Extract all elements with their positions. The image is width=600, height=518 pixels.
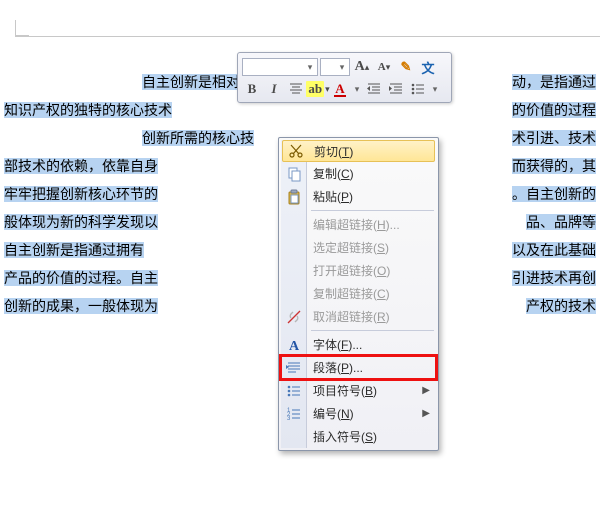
phonetic-guide-button[interactable]: 文 [418, 57, 438, 77]
decrease-indent-icon [367, 83, 381, 95]
font-color-button[interactable]: A [330, 79, 350, 99]
menu-item-label: 打开超链接(O) [313, 262, 390, 279]
context-menu: 剪切(T) 复制(C) 粘贴(P) 编辑超链接(H)... 选定超链接(S) 打开超链接(… [278, 137, 439, 451]
bullets-button[interactable] [408, 79, 428, 99]
menu-item-edit-hyper: 编辑超链接(H)... [281, 213, 436, 236]
menu-item-remove-hyper: 取消超链接(R) [281, 305, 436, 328]
fontA-icon: A [285, 336, 303, 354]
menu-item-label: 编辑超链接(H)... [313, 216, 400, 233]
menu-item-font[interactable]: A 字体(F)... [281, 333, 436, 356]
menu-item-cut[interactable]: 剪切(T) [282, 140, 435, 162]
menu-item-label: 编号(N) [313, 405, 354, 422]
menu-item-label: 字体(F)... [313, 336, 362, 353]
para-icon [285, 359, 303, 377]
align-center-icon [289, 83, 303, 95]
font-size-combo[interactable]: ▾ [320, 58, 350, 76]
page-top-edge [15, 36, 600, 37]
menu-item-select-hyper: 选定超链接(S) [281, 236, 436, 259]
menu-item-label: 粘贴(P) [313, 188, 353, 205]
highlight-button[interactable]: ab▾ [308, 79, 328, 99]
scissors-icon [287, 142, 305, 160]
menu-item-label: 剪切(T) [314, 143, 353, 160]
menu-item-copy-hyper: 复制超链接(C) [281, 282, 436, 305]
bullets-icon [411, 83, 425, 95]
increase-indent-button[interactable] [386, 79, 406, 99]
font-color-bar [334, 95, 346, 97]
menu-separator [311, 330, 434, 331]
chevron-down-icon: ▾ [305, 62, 315, 73]
menu-item-open-hyper: 打开超链接(O) [281, 259, 436, 282]
align-center-button[interactable] [286, 79, 306, 99]
menu-item-label: 插入符号(S) [313, 428, 377, 445]
menu-item-copy[interactable]: 复制(C) [281, 162, 436, 185]
bold-button[interactable]: B [242, 79, 262, 99]
submenu-arrow-icon: ▶ [422, 385, 430, 396]
menu-item-bullets[interactable]: 项目符号(B) ▶ [281, 379, 436, 402]
shrink-font-button[interactable]: A▾ [374, 57, 394, 77]
numlist-icon: 123 [285, 405, 303, 423]
grow-font-button[interactable]: A▴ [352, 57, 372, 77]
decrease-indent-button[interactable] [364, 79, 384, 99]
paste-icon [285, 188, 303, 206]
svg-text:3: 3 [287, 416, 291, 422]
chevron-down-icon: ▾ [337, 62, 347, 73]
menu-item-label: 复制超链接(C) [313, 285, 390, 302]
submenu-arrow-icon: ▶ [422, 408, 430, 419]
menu-item-symbol[interactable]: 插入符号(S) [281, 425, 436, 448]
menu-separator [311, 210, 434, 211]
page-corner [15, 20, 29, 36]
copy-icon [285, 165, 303, 183]
menu-item-numbering[interactable]: 123 编号(N) ▶ [281, 402, 436, 425]
menu-item-paragraph[interactable]: 段落(P)... [281, 356, 436, 379]
font-name-combo[interactable]: ▾ [242, 58, 318, 76]
increase-indent-icon [389, 83, 403, 95]
unlink-icon [285, 308, 303, 326]
menu-item-label: 段落(P)... [313, 359, 363, 376]
chevron-down-icon: ▾ [430, 84, 440, 95]
format-painter-button[interactable]: ✎ [396, 57, 416, 77]
menu-item-label: 选定超链接(S) [313, 239, 389, 256]
menu-item-label: 复制(C) [313, 165, 354, 182]
list-icon [285, 382, 303, 400]
menu-item-paste[interactable]: 粘贴(P) [281, 185, 436, 208]
mini-format-toolbar: ▾ ▾ A▴ A▾ ✎ 文 B I ab▾ A ▾ ▾ [237, 52, 452, 103]
svg-text:A: A [289, 339, 300, 353]
italic-button[interactable]: I [264, 79, 284, 99]
chevron-down-icon: ▾ [352, 84, 362, 95]
menu-item-label: 项目符号(B) [313, 382, 377, 399]
menu-item-label: 取消超链接(R) [313, 308, 390, 325]
